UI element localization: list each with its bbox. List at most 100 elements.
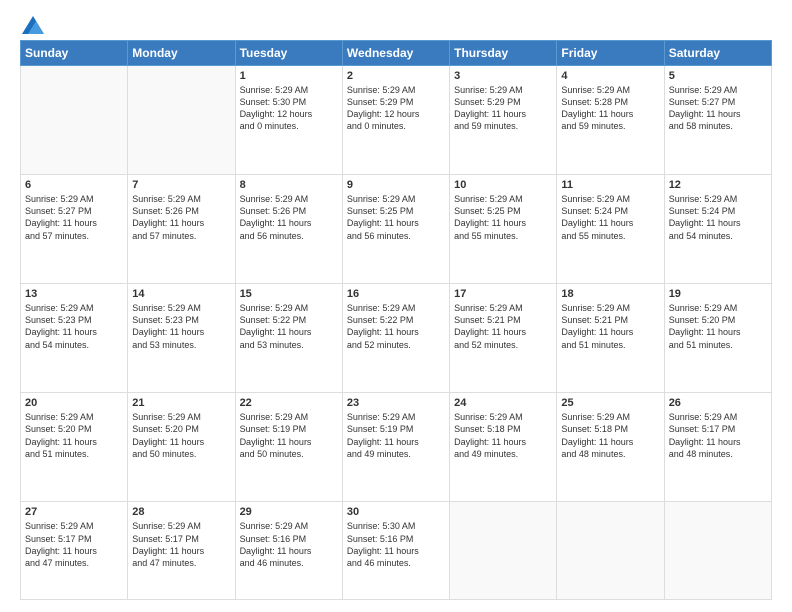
day-number: 21 [132,397,230,409]
calendar-cell: 25 Sunrise: 5:29 AM Sunset: 5:18 PM Dayli… [557,393,664,502]
calendar-cell: 6 Sunrise: 5:29 AM Sunset: 5:27 PM Daylig… [21,175,128,284]
calendar-cell: 16 Sunrise: 5:29 AM Sunset: 5:22 PM Dayli… [342,284,449,393]
day-number: 11 [561,179,659,191]
calendar-cell: 9 Sunrise: 5:29 AM Sunset: 5:25 PM Daylig… [342,175,449,284]
calendar-cell: 10Sunrise: 5:29 AM Sunset: 5:25 PM Dayli… [450,175,557,284]
calendar-header-row: SundayMondayTuesdayWednesdayThursdayFrid… [21,41,772,66]
calendar-header-wednesday: Wednesday [342,41,449,66]
day-number: 19 [669,288,767,300]
calendar-cell: 14 Sunrise: 5:29 AM Sunset: 5:23 PM Dayli… [128,284,235,393]
cell-content: Sunrise: 5:29 AM Sunset: 5:17 PM Dayligh… [669,411,767,460]
cell-content: Sunrise: 5:29 AM Sunset: 5:23 PM Dayligh… [25,302,123,351]
day-number: 5 [669,70,767,82]
calendar-cell: 20 Sunrise: 5:29 AM Sunset: 5:20 PM Dayli… [21,393,128,502]
day-number: 27 [25,506,123,518]
calendar-header-sunday: Sunday [21,41,128,66]
cell-content: Sunrise: 5:29 AM Sunset: 5:17 PM Dayligh… [132,520,230,569]
calendar-cell: 2Sunrise: 5:29 AM Sunset: 5:29 PM Daylig… [342,66,449,175]
calendar-cell: 27 Sunrise: 5:29 AM Sunset: 5:17 PM Dayli… [21,502,128,600]
day-number: 6 [25,179,123,191]
day-number: 25 [561,397,659,409]
cell-content: Sunrise: 5:29 AM Sunset: 5:29 PM Dayligh… [454,84,552,133]
cell-content: Sunrise: 5:29 AM Sunset: 5:20 PM Dayligh… [132,411,230,460]
calendar-cell: 26 Sunrise: 5:29 AM Sunset: 5:17 PM Dayli… [664,393,771,502]
day-number: 7 [132,179,230,191]
calendar-header-saturday: Saturday [664,41,771,66]
calendar-cell: 5 Sunrise: 5:29 AM Sunset: 5:27 PM Daylig… [664,66,771,175]
day-number: 28 [132,506,230,518]
calendar-cell: 22Sunrise: 5:29 AM Sunset: 5:19 PM Dayli… [235,393,342,502]
calendar-cell: 4 Sunrise: 5:29 AM Sunset: 5:28 PM Daylig… [557,66,664,175]
calendar-cell [21,66,128,175]
cell-content: Sunrise: 5:29 AM Sunset: 5:20 PM Dayligh… [25,411,123,460]
day-number: 1 [240,70,338,82]
cell-content: Sunrise: 5:29 AM Sunset: 5:18 PM Dayligh… [561,411,659,460]
cell-content: Sunrise: 5:29 AM Sunset: 5:21 PM Dayligh… [454,302,552,351]
day-number: 2 [347,70,445,82]
cell-content: Sunrise: 5:29 AM Sunset: 5:22 PM Dayligh… [240,302,338,351]
calendar-week-3: 20 Sunrise: 5:29 AM Sunset: 5:20 PM Dayli… [21,393,772,502]
day-number: 29 [240,506,338,518]
day-number: 24 [454,397,552,409]
day-number: 26 [669,397,767,409]
logo [20,16,44,30]
calendar-table: SundayMondayTuesdayWednesdayThursdayFrid… [20,40,772,600]
calendar-cell: 30Sunrise: 5:30 AM Sunset: 5:16 PM Dayli… [342,502,449,600]
calendar-cell: 24 Sunrise: 5:29 AM Sunset: 5:18 PM Dayli… [450,393,557,502]
cell-content: Sunrise: 5:30 AM Sunset: 5:16 PM Dayligh… [347,520,445,569]
calendar-cell: 7 Sunrise: 5:29 AM Sunset: 5:26 PM Daylig… [128,175,235,284]
calendar-cell: 23Sunrise: 5:29 AM Sunset: 5:19 PM Dayli… [342,393,449,502]
day-number: 9 [347,179,445,191]
day-number: 18 [561,288,659,300]
cell-content: Sunrise: 5:29 AM Sunset: 5:17 PM Dayligh… [25,520,123,569]
cell-content: Sunrise: 5:29 AM Sunset: 5:18 PM Dayligh… [454,411,552,460]
calendar-cell: 15 Sunrise: 5:29 AM Sunset: 5:22 PM Dayli… [235,284,342,393]
calendar-cell [664,502,771,600]
calendar-header-tuesday: Tuesday [235,41,342,66]
calendar-week-0: 1 Sunrise: 5:29 AM Sunset: 5:30 PM Daylig… [21,66,772,175]
cell-content: Sunrise: 5:29 AM Sunset: 5:30 PM Dayligh… [240,84,338,133]
day-number: 15 [240,288,338,300]
logo-icon [22,16,44,34]
day-number: 3 [454,70,552,82]
day-number: 20 [25,397,123,409]
day-number: 13 [25,288,123,300]
cell-content: Sunrise: 5:29 AM Sunset: 5:23 PM Dayligh… [132,302,230,351]
page: SundayMondayTuesdayWednesdayThursdayFrid… [0,0,792,612]
cell-content: Sunrise: 5:29 AM Sunset: 5:27 PM Dayligh… [669,84,767,133]
calendar-header-friday: Friday [557,41,664,66]
calendar-week-1: 6 Sunrise: 5:29 AM Sunset: 5:27 PM Daylig… [21,175,772,284]
day-number: 12 [669,179,767,191]
calendar-cell: 29 Sunrise: 5:29 AM Sunset: 5:16 PM Dayli… [235,502,342,600]
calendar-cell: 3 Sunrise: 5:29 AM Sunset: 5:29 PM Daylig… [450,66,557,175]
calendar-cell: 12 Sunrise: 5:29 AM Sunset: 5:24 PM Dayli… [664,175,771,284]
cell-content: Sunrise: 5:29 AM Sunset: 5:21 PM Dayligh… [561,302,659,351]
cell-content: Sunrise: 5:29 AM Sunset: 5:28 PM Dayligh… [561,84,659,133]
calendar-cell: 21 Sunrise: 5:29 AM Sunset: 5:20 PM Dayli… [128,393,235,502]
cell-content: Sunrise: 5:29 AM Sunset: 5:19 PM Dayligh… [240,411,338,460]
calendar-cell: 1 Sunrise: 5:29 AM Sunset: 5:30 PM Daylig… [235,66,342,175]
calendar-header-thursday: Thursday [450,41,557,66]
calendar-cell: 8Sunrise: 5:29 AM Sunset: 5:26 PM Daylig… [235,175,342,284]
calendar-cell: 18 Sunrise: 5:29 AM Sunset: 5:21 PM Dayli… [557,284,664,393]
cell-content: Sunrise: 5:29 AM Sunset: 5:16 PM Dayligh… [240,520,338,569]
calendar-week-2: 13 Sunrise: 5:29 AM Sunset: 5:23 PM Dayli… [21,284,772,393]
day-number: 8 [240,179,338,191]
day-number: 23 [347,397,445,409]
calendar-cell [450,502,557,600]
cell-content: Sunrise: 5:29 AM Sunset: 5:24 PM Dayligh… [561,193,659,242]
cell-content: Sunrise: 5:29 AM Sunset: 5:26 PM Dayligh… [132,193,230,242]
cell-content: Sunrise: 5:29 AM Sunset: 5:20 PM Dayligh… [669,302,767,351]
cell-content: Sunrise: 5:29 AM Sunset: 5:24 PM Dayligh… [669,193,767,242]
calendar-week-4: 27 Sunrise: 5:29 AM Sunset: 5:17 PM Dayli… [21,502,772,600]
cell-content: Sunrise: 5:29 AM Sunset: 5:27 PM Dayligh… [25,193,123,242]
day-number: 4 [561,70,659,82]
day-number: 14 [132,288,230,300]
calendar-cell: 13 Sunrise: 5:29 AM Sunset: 5:23 PM Dayli… [21,284,128,393]
calendar-cell: 17Sunrise: 5:29 AM Sunset: 5:21 PM Dayli… [450,284,557,393]
calendar-header-monday: Monday [128,41,235,66]
cell-content: Sunrise: 5:29 AM Sunset: 5:22 PM Dayligh… [347,302,445,351]
day-number: 16 [347,288,445,300]
cell-content: Sunrise: 5:29 AM Sunset: 5:25 PM Dayligh… [347,193,445,242]
calendar-cell: 19 Sunrise: 5:29 AM Sunset: 5:20 PM Dayli… [664,284,771,393]
